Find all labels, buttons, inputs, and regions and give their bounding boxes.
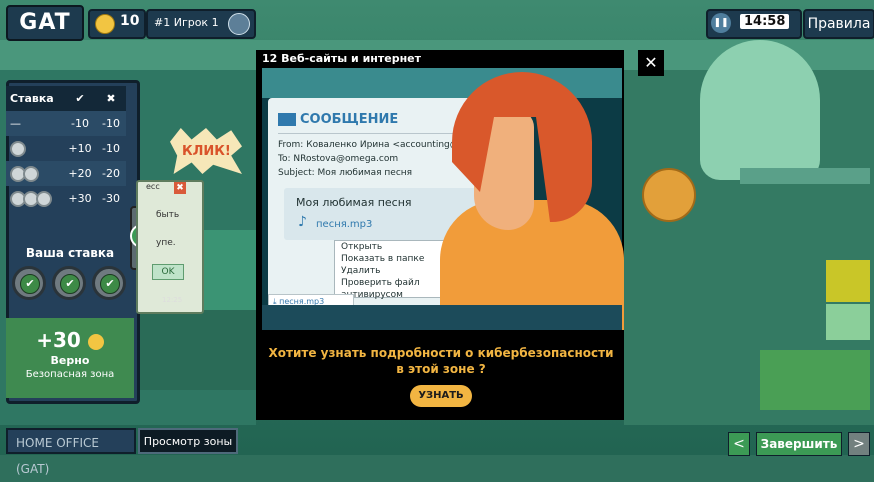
bet-row-win: +20	[68, 167, 92, 180]
result-zone-status: Безопасная зона	[25, 369, 115, 380]
bet-table: Ставка ✔ ✖ — -10 -10 +10 -10 +20 -20 +30…	[6, 86, 126, 211]
email-body-title: Моя любимая песня	[296, 196, 412, 209]
card-time: 12:25	[162, 296, 183, 304]
header-wrong-icon: ✖	[106, 92, 116, 105]
shelf	[740, 168, 870, 184]
click-burst-label: КЛИК!	[182, 144, 231, 159]
timer-box: ❚❚ 14:58	[706, 9, 802, 39]
email-attachment: песня.mp3	[316, 219, 373, 230]
check-icon: ✔	[20, 274, 40, 294]
envelope-icon	[278, 113, 296, 126]
result-verdict: Верно	[50, 354, 90, 367]
result-points-row: +30	[6, 328, 134, 352]
timer-value: 14:58	[740, 14, 790, 29]
email-header: СООБЩЕНИЕ	[300, 112, 399, 127]
card-close-icon: ✖	[174, 182, 186, 194]
rules-button[interactable]: Правила	[803, 9, 874, 39]
bet-row-lose: -10	[102, 117, 120, 130]
check-icon: ✔	[60, 274, 80, 294]
coin-icon	[87, 333, 104, 350]
finish-button[interactable]: Завершить	[756, 432, 842, 456]
bet-row-3: +30 -30	[6, 186, 126, 211]
bet-row-1: +10 -10	[6, 136, 126, 161]
header-correct-icon: ✔	[75, 92, 85, 105]
bet-row-win: +30	[68, 192, 92, 205]
card-text-2: быть	[156, 210, 180, 220]
bet-row-win: -10	[71, 117, 89, 130]
toy-block-green	[760, 350, 870, 410]
coin-icon	[95, 14, 115, 34]
bet-row-label: —	[10, 117, 21, 130]
cat-illustration	[700, 40, 820, 180]
bet-row-lose: -10	[102, 142, 120, 155]
your-bet-label: Ваша ставка	[25, 246, 115, 260]
music-note-icon: ♪	[298, 214, 307, 230]
prev-button[interactable]: <	[728, 432, 750, 456]
modal-question: Хотите узнать подробности о кибербезопас…	[268, 346, 614, 376]
pen-cup	[200, 230, 256, 310]
bet-row-0: — -10 -10	[6, 111, 126, 136]
zone-name: HOME OFFICE (GAT)	[6, 428, 136, 476]
chip-stack-2	[6, 165, 64, 182]
card-ok-button: OK	[152, 264, 184, 280]
learn-more-button[interactable]: УЗНАТЬ	[410, 385, 472, 407]
bet-coin-2[interactable]: ✔	[52, 266, 86, 300]
card-text-3: упе.	[156, 238, 176, 248]
pause-icon[interactable]: ❚❚	[711, 13, 731, 33]
result-box: +30 Верно Безопасная зона	[6, 318, 134, 398]
email-to: To: NRostova@omega.com	[278, 154, 399, 164]
player-name: #1 Игрок 1	[154, 16, 219, 29]
check-icon: ✔	[100, 274, 120, 294]
player-badge: #1 Игрок 1	[146, 9, 256, 39]
game-logo: GAT	[6, 5, 84, 41]
desk-edge-illustration	[262, 305, 622, 330]
next-button[interactable]: >	[848, 432, 870, 456]
result-points: +30	[36, 328, 81, 352]
yarn-ball-illustration	[642, 168, 696, 222]
modal-title: 12 Веб-сайты и интернет	[262, 52, 422, 65]
chip-icon	[23, 165, 39, 182]
chip-icon	[36, 190, 52, 207]
avatar-icon[interactable]	[228, 13, 250, 35]
coins-counter: 10	[88, 9, 146, 39]
email-subject: Subject: Моя любимая песня	[278, 168, 413, 178]
desk-surface	[140, 310, 256, 390]
bet-table-header: Ставка ✔ ✖	[6, 86, 126, 111]
bet-row-lose: -20	[102, 167, 120, 180]
chip-stack-3	[6, 190, 64, 207]
card-text-1: есс	[146, 182, 160, 191]
bet-coin-1[interactable]: ✔	[12, 266, 46, 300]
view-zone-button[interactable]: Просмотр зоны	[138, 428, 238, 454]
header-bet: Ставка	[10, 92, 54, 105]
bet-coin-3[interactable]: ✔	[92, 266, 126, 300]
toy-block-light-green	[826, 304, 870, 340]
bet-row-2: +20 -20	[6, 161, 126, 186]
popup-card-illustration: есс ✖ быть упе. OK 12:25	[136, 180, 204, 314]
bet-row-win: +10	[68, 142, 92, 155]
coins-value: 10	[120, 13, 140, 29]
close-icon[interactable]: ✕	[638, 50, 664, 76]
chip-stack-1	[6, 140, 64, 157]
chip-icon	[10, 140, 26, 157]
toy-block-yellow	[826, 260, 870, 302]
bet-row-lose: -30	[102, 192, 120, 205]
